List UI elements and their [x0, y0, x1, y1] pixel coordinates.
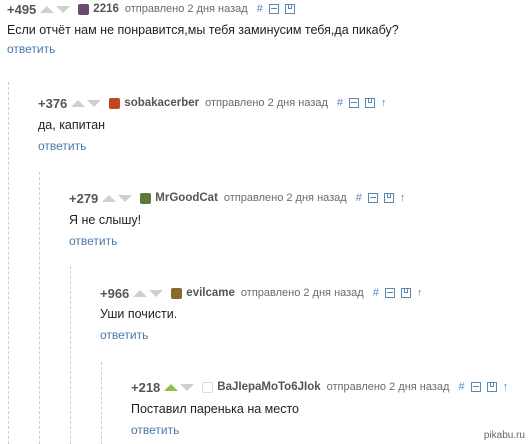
comment-text: Если отчёт нам не понравится,мы тебя зам… — [7, 23, 399, 37]
upvote-icon[interactable] — [71, 99, 86, 107]
vote-controls — [133, 289, 165, 297]
rating: +376 — [38, 95, 68, 111]
downvote-icon[interactable] — [180, 383, 195, 391]
rating: +966 — [100, 285, 130, 301]
comment: +495 2216 отправлено 2 дня назад # Если … — [7, 0, 527, 60]
reply-link[interactable]: ответить — [131, 423, 179, 437]
collapse-icon[interactable] — [268, 4, 279, 14]
vote-controls — [71, 99, 103, 107]
author-name[interactable]: 2216 — [93, 3, 119, 15]
downvote-icon[interactable] — [118, 194, 133, 202]
hash-icon[interactable]: # — [337, 97, 343, 109]
rating: +218 — [131, 379, 161, 395]
comment-header: +279 MrGoodCat отправлено 2 дня назад # … — [69, 189, 405, 207]
thread-rail — [39, 172, 40, 444]
timestamp: отправлено 2 дня назад — [223, 192, 347, 204]
hash-icon[interactable]: # — [356, 192, 362, 204]
thread-rail — [101, 362, 102, 444]
reply-link[interactable]: ответить — [100, 328, 148, 342]
vote-controls — [164, 383, 196, 391]
comment: +218 BaJIepaMoTo6JIok отправлено 2 дня н… — [131, 378, 526, 438]
save-icon[interactable] — [383, 193, 394, 203]
save-icon[interactable] — [365, 98, 376, 108]
avatar — [78, 3, 90, 15]
collapse-icon[interactable] — [384, 288, 395, 298]
comment-tools: # ↑ — [373, 287, 423, 299]
reply-link[interactable]: ответить — [7, 42, 55, 56]
parent-arrow-icon[interactable]: ↑ — [381, 97, 387, 109]
avatar — [140, 192, 152, 204]
rating: +279 — [69, 190, 99, 206]
upvote-icon[interactable] — [40, 5, 55, 13]
author-name[interactable]: evilcame — [186, 287, 235, 299]
timestamp: отправлено 2 дня назад — [124, 3, 248, 15]
save-icon[interactable] — [400, 288, 411, 298]
comment-tools: # ↑ — [356, 192, 406, 204]
avatar — [109, 97, 121, 109]
downvote-icon[interactable] — [56, 5, 71, 13]
hash-icon[interactable]: # — [257, 3, 263, 15]
author-name[interactable]: BaJIepaMoTo6JIok — [217, 381, 320, 393]
parent-arrow-icon[interactable]: ↑ — [400, 192, 406, 204]
comment: +966 evilcame отправлено 2 дня назад # ↑… — [100, 284, 520, 344]
author-name[interactable]: sobakacerber — [124, 97, 199, 109]
comment-tools: # ↑ — [337, 97, 387, 109]
comment: +376 sobakacerber отправлено 2 дня назад… — [38, 94, 518, 154]
hash-icon[interactable]: # — [458, 381, 464, 393]
thread-rail — [8, 82, 9, 444]
parent-arrow-icon[interactable]: ↑ — [503, 381, 509, 393]
thread-rail — [70, 266, 71, 444]
save-icon[interactable] — [284, 4, 295, 14]
upvote-icon[interactable] — [102, 194, 117, 202]
timestamp: отправлено 2 дня назад — [326, 381, 450, 393]
vote-controls — [102, 194, 134, 202]
collapse-icon[interactable] — [367, 193, 378, 203]
avatar — [202, 381, 214, 393]
comment-text: Я не слышу! — [69, 213, 142, 227]
reply-link[interactable]: ответить — [69, 234, 117, 248]
timestamp: отправлено 2 дня назад — [240, 287, 364, 299]
save-icon[interactable] — [486, 382, 497, 392]
collapse-icon[interactable] — [349, 98, 360, 108]
parent-arrow-icon[interactable]: ↑ — [417, 287, 423, 299]
comment-header: +218 BaJIepaMoTo6JIok отправлено 2 дня н… — [131, 378, 508, 396]
author-name[interactable]: MrGoodCat — [155, 192, 218, 204]
upvote-icon[interactable] — [164, 383, 179, 391]
comment-header: +495 2216 отправлено 2 дня назад # — [7, 0, 295, 18]
comment-header: +966 evilcame отправлено 2 дня назад # ↑ — [100, 284, 422, 302]
upvote-icon[interactable] — [133, 289, 148, 297]
avatar — [171, 287, 183, 299]
comment-header: +376 sobakacerber отправлено 2 дня назад… — [38, 94, 387, 112]
collapse-icon[interactable] — [470, 382, 481, 392]
comment-text: да, капитан — [38, 118, 106, 132]
comment: +279 MrGoodCat отправлено 2 дня назад # … — [69, 189, 519, 249]
site-watermark: pikabu.ru — [483, 430, 525, 441]
comment-tools: # — [257, 3, 295, 15]
rating: +495 — [7, 1, 37, 17]
downvote-icon[interactable] — [149, 289, 164, 297]
reply-link[interactable]: ответить — [38, 139, 86, 153]
comment-text: Уши почисти. — [100, 307, 178, 321]
timestamp: отправлено 2 дня назад — [205, 97, 328, 109]
downvote-icon[interactable] — [87, 99, 102, 107]
comment-text: Поставил паренька на место — [131, 402, 299, 416]
hash-icon[interactable]: # — [373, 287, 379, 299]
vote-controls — [40, 5, 72, 13]
comment-tools: # ↑ — [458, 381, 509, 393]
